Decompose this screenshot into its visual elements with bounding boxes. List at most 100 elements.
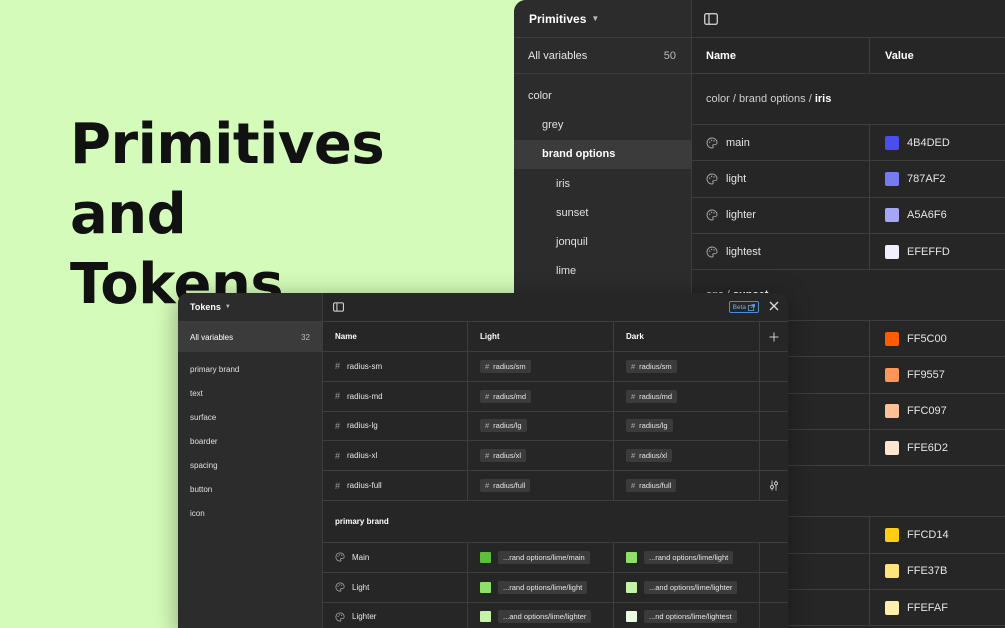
dark-cell[interactable]: # radius/sm <box>614 352 760 381</box>
value-cell[interactable]: FFE37B <box>870 554 947 589</box>
table-row[interactable]: # radius-md # radius/md # radius/md <box>323 381 788 412</box>
alias-tag[interactable]: # radius/md <box>626 389 678 403</box>
alias-tag[interactable]: # radius/full <box>626 479 677 493</box>
sidebar-item-brand-options[interactable]: brand options <box>514 139 691 169</box>
alias-tag[interactable]: ...nd options/lime/lightest <box>644 610 737 624</box>
color-swatch[interactable] <box>480 581 491 593</box>
color-swatch[interactable] <box>626 581 637 593</box>
light-cell[interactable]: # radius/lg <box>468 411 614 441</box>
light-cell[interactable]: # radius/sm <box>468 352 614 381</box>
color-swatch[interactable] <box>885 440 899 455</box>
sidebar-item-color[interactable]: color <box>514 81 691 110</box>
dark-cell[interactable]: ...rand options/lime/light <box>614 542 760 572</box>
alias-tag[interactable]: # radius/md <box>480 389 532 403</box>
table-row[interactable]: Main ...rand options/lime/main ...rand opt… <box>323 542 788 573</box>
alias-tag[interactable]: ...rand options/lime/main <box>498 550 590 564</box>
dark-cell[interactable]: # radius/md <box>614 381 760 411</box>
adjust-icon[interactable] <box>769 480 779 491</box>
all-variables-item[interactable]: All variables 32 <box>178 322 322 352</box>
name-cell[interactable]: # radius-xl <box>323 441 468 471</box>
table-row[interactable]: lightest EFEFFD <box>692 233 1005 271</box>
alias-tag[interactable]: ...rand options/lime/light <box>498 580 588 594</box>
value-cell[interactable]: FFCD14 <box>870 517 949 552</box>
close-icon[interactable] <box>768 300 780 312</box>
sidebar-item-primary-brand[interactable]: primary brand <box>178 358 322 382</box>
value-cell[interactable]: FFEFAF <box>870 590 948 625</box>
alias-tag[interactable]: # radius/xl <box>626 449 673 463</box>
alias-tag[interactable]: # radius/sm <box>480 359 531 373</box>
value-cell[interactable]: 4B4DED <box>870 125 950 160</box>
color-swatch[interactable] <box>885 528 899 543</box>
dark-cell[interactable]: ...and options/lime/lighter <box>614 572 760 602</box>
sidebar-item-sunset[interactable]: sunset <box>514 198 691 227</box>
color-swatch[interactable] <box>885 135 899 150</box>
table-row[interactable]: Lighter ...and options/lime/lighter ...nd … <box>323 602 788 628</box>
value-cell[interactable]: FF9557 <box>870 357 945 392</box>
value-cell[interactable]: FF5C00 <box>870 321 947 356</box>
table-row[interactable]: # radius-full # radius/full # radius/full <box>323 471 788 501</box>
sidebar-item-boarder[interactable]: boarder <box>178 430 322 454</box>
color-swatch[interactable] <box>885 331 899 346</box>
light-cell[interactable]: # radius/xl <box>468 441 614 471</box>
light-cell[interactable]: ...rand options/lime/main <box>468 542 614 572</box>
name-cell[interactable]: Main <box>323 542 468 572</box>
alias-tag[interactable]: # radius/sm <box>626 359 677 373</box>
light-cell[interactable]: # radius/full <box>468 471 614 500</box>
value-cell[interactable]: EFEFFD <box>870 234 950 269</box>
sidebar-item-jonquil[interactable]: jonquil <box>514 227 691 256</box>
sidebar-item-surface[interactable]: surface <box>178 406 322 430</box>
color-swatch[interactable] <box>626 611 637 623</box>
color-swatch[interactable] <box>885 600 899 615</box>
alias-tag[interactable]: ...and options/lime/lighter <box>644 580 738 594</box>
value-cell[interactable]: A5A6F6 <box>870 198 947 233</box>
all-variables-item[interactable]: All variables 50 <box>514 38 691 74</box>
light-cell[interactable]: ...rand options/lime/light <box>468 572 614 602</box>
value-cell[interactable]: FFE6D2 <box>870 430 948 465</box>
name-cell[interactable]: light <box>692 161 870 197</box>
sidebar-item-iris[interactable]: iris <box>514 169 691 198</box>
add-mode-button[interactable] <box>760 322 788 351</box>
table-row[interactable]: # radius-lg # radius/lg # radius/lg <box>323 411 788 442</box>
collection-selector[interactable]: Tokens ▼ <box>178 293 322 322</box>
collection-selector[interactable]: Primitives ▼ <box>514 0 691 38</box>
color-swatch[interactable] <box>480 551 491 563</box>
light-cell[interactable]: # radius/md <box>468 381 614 411</box>
dark-cell[interactable]: ...nd options/lime/lightest <box>614 602 760 628</box>
color-swatch[interactable] <box>885 564 899 579</box>
name-cell[interactable]: main <box>692 125 870 161</box>
name-cell[interactable]: Lighter <box>323 602 468 628</box>
name-cell[interactable]: Light <box>323 572 468 602</box>
color-swatch[interactable] <box>626 551 637 563</box>
alias-tag[interactable]: ...rand options/lime/light <box>644 550 734 564</box>
color-swatch[interactable] <box>885 208 899 223</box>
table-row[interactable]: lighter A5A6F6 <box>692 197 1005 234</box>
name-cell[interactable]: lightest <box>692 233 870 270</box>
color-swatch[interactable] <box>885 404 899 419</box>
table-row[interactable]: # radius-xl # radius/xl # radius/xl <box>323 441 788 472</box>
value-cell[interactable]: 787AF2 <box>870 161 946 196</box>
name-cell[interactable]: # radius-full <box>323 471 468 500</box>
table-row[interactable]: light 787AF2 <box>692 161 1005 198</box>
dark-cell[interactable]: # radius/xl <box>614 441 760 471</box>
sidebar-toggle-icon[interactable] <box>333 302 344 312</box>
color-swatch[interactable] <box>885 368 899 383</box>
table-row[interactable]: Light ...rand options/lime/light ...and op… <box>323 572 788 603</box>
alias-tag[interactable]: # radius/lg <box>480 419 527 433</box>
color-swatch[interactable] <box>885 171 899 186</box>
name-cell[interactable]: # radius-md <box>323 381 468 411</box>
sidebar-item-lime[interactable]: lime <box>514 257 691 286</box>
sidebar-item-text[interactable]: text <box>178 382 322 406</box>
sidebar-item-icon[interactable]: icon <box>178 501 322 525</box>
sidebar-item-spacing[interactable]: spacing <box>178 454 322 478</box>
alias-tag[interactable]: # radius/xl <box>480 449 527 463</box>
dark-cell[interactable]: # radius/full <box>614 471 760 500</box>
value-cell[interactable]: FFC097 <box>870 394 947 429</box>
table-row[interactable]: # radius-sm # radius/sm # radius/sm <box>323 352 788 382</box>
name-cell[interactable]: # radius-lg <box>323 411 468 441</box>
alias-tag[interactable]: # radius/full <box>480 479 531 493</box>
table-row[interactable]: main 4B4DED <box>692 125 1005 162</box>
name-cell[interactable]: # radius-sm <box>323 352 468 381</box>
sidebar-toggle-icon[interactable] <box>704 12 718 25</box>
color-swatch[interactable] <box>480 611 491 623</box>
sidebar-item-grey[interactable]: grey <box>514 110 691 139</box>
